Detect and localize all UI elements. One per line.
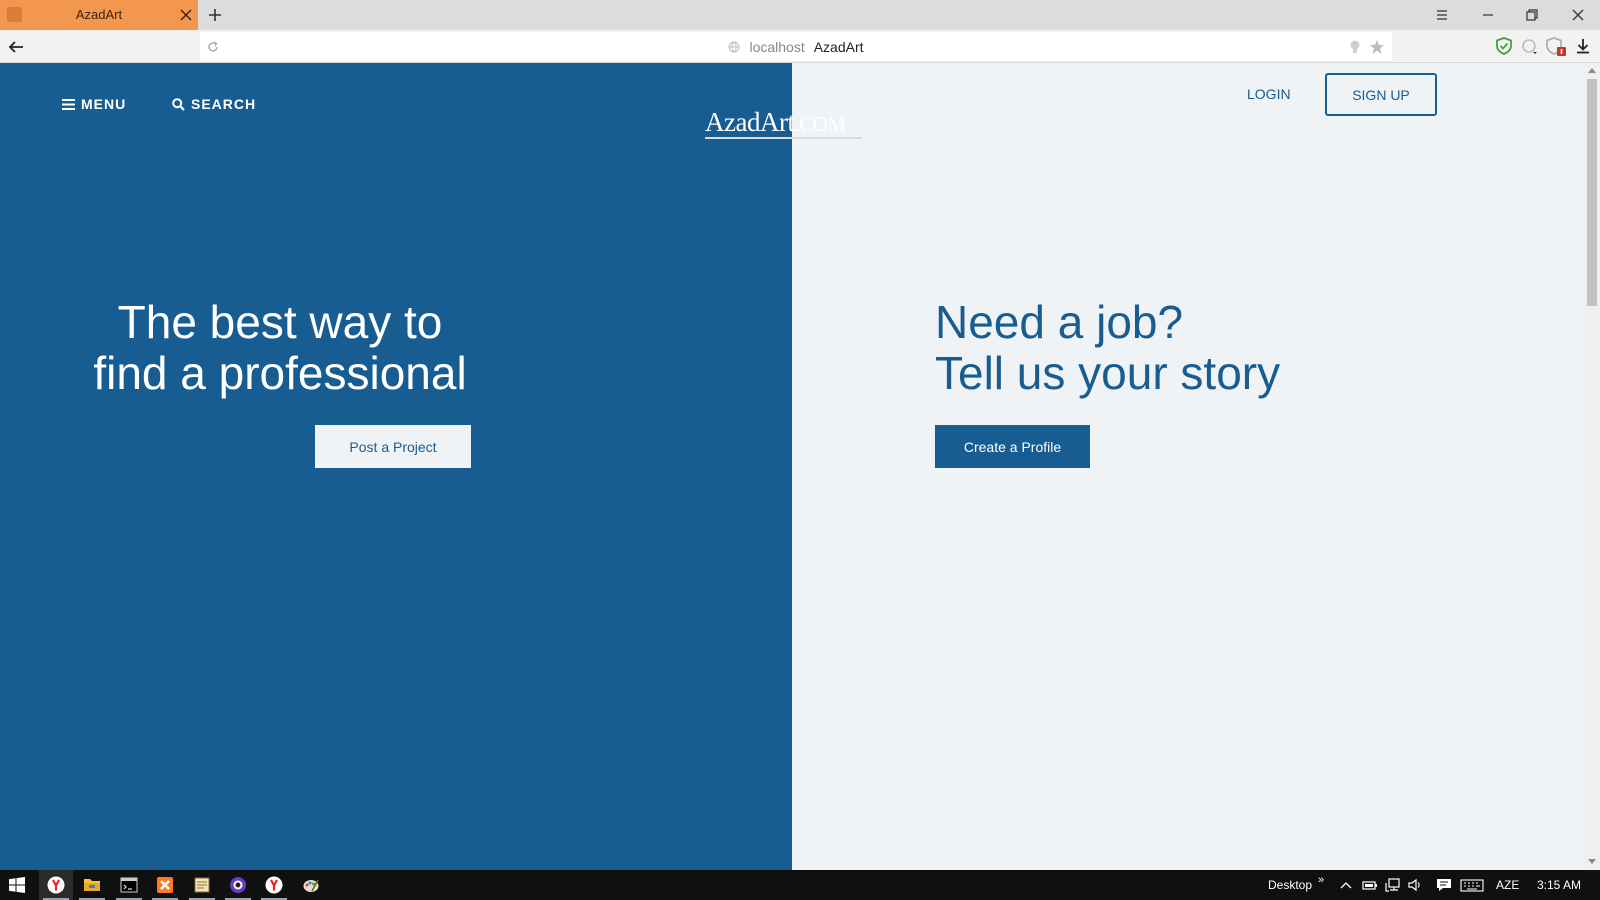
desktop-toolbar-label[interactable]: Desktop [1268,878,1312,892]
window-close-icon[interactable] [1568,5,1588,25]
download-icon[interactable] [1573,36,1593,56]
tray-chevron-up-icon[interactable] [1338,877,1354,893]
extension-icon[interactable] [1520,36,1540,56]
tab-close-icon[interactable] [176,5,196,25]
page-viewport: MENU SEARCH The best way to find a profe… [0,63,1600,870]
keyboard-icon[interactable] [1460,877,1484,893]
browser-tab-bar: AzadArt [0,0,1600,30]
action-center-icon[interactable] [1436,877,1452,893]
clock-time[interactable]: 3:15 AM [1537,878,1581,892]
yandex-browser-icon[interactable] [39,870,73,900]
network-icon[interactable] [1385,877,1401,893]
logo-underline [705,137,862,139]
login-link[interactable]: LOGIN [1247,86,1291,102]
page-scrollbar[interactable] [1584,63,1600,870]
cmd-icon[interactable] [112,870,146,900]
favicon-icon [7,7,22,22]
language-indicator[interactable]: AZE [1496,878,1519,892]
back-arrow-icon[interactable] [5,36,27,58]
tab-title: AzadArt [75,7,123,22]
url-host: localhost [749,38,805,55]
lightbulb-icon[interactable] [1348,39,1362,55]
create-profile-button[interactable]: Create a Profile [935,425,1090,468]
obs-icon[interactable] [221,870,255,900]
volume-icon[interactable] [1407,877,1423,893]
scroll-up-arrow-icon[interactable] [1588,67,1596,73]
hero-left-heading: The best way to find a professional [80,297,480,399]
hero-right-line-2: Tell us your story [935,347,1281,399]
notepad-icon[interactable] [185,870,219,900]
new-tab-plus-icon[interactable] [205,5,225,25]
logo-text: AzadArt [705,107,795,137]
menu-label: MENU [81,96,127,112]
window-restore-icon[interactable] [1522,5,1542,25]
site-logo[interactable]: AzadArt.COM [705,107,862,139]
search-icon [172,97,185,111]
url-page-title: AzadArt [813,38,864,55]
hero-left-panel: MENU SEARCH The best way to find a profe… [0,63,792,870]
windows-taskbar: Desktop » AZE 3:15 AM [0,870,1600,900]
yandex-browser-icon[interactable] [257,870,291,900]
search-button[interactable]: SEARCH [172,96,256,112]
hero-right-panel [792,63,1584,870]
hamburger-icon [62,98,75,110]
browser-menu-hamburger-icon[interactable] [1432,5,1452,25]
scroll-down-arrow-icon[interactable] [1588,859,1596,865]
search-label: SEARCH [191,96,257,112]
hero-left-line-1: The best way to [117,296,443,348]
hero-right-heading: Need a job? Tell us your story [935,297,1495,399]
hero-right-line-1: Need a job? [935,296,1184,348]
globe-icon [728,41,740,53]
window-minimize-icon[interactable] [1478,5,1498,25]
scrollbar-thumb[interactable] [1587,79,1597,306]
post-project-button[interactable]: Post a Project [315,425,471,468]
hero-left-line-2: find a professional [93,347,467,399]
browser-address-bar: localhost AzadArt [0,30,1600,63]
start-icon[interactable] [0,870,34,900]
bookmark-star-icon[interactable] [1369,39,1385,55]
battery-icon[interactable] [1362,877,1378,893]
paint-icon[interactable] [294,870,328,900]
menu-button[interactable]: MENU [62,96,126,112]
shield-check-icon[interactable] [1494,36,1514,56]
logo-domain: .COM [794,112,846,136]
browser-tab[interactable]: AzadArt [0,0,198,30]
adblock-extension-icon[interactable] [1545,36,1567,58]
xampp-icon[interactable] [148,870,182,900]
signup-button[interactable]: SIGN UP [1325,73,1437,116]
file-explorer-icon[interactable] [75,870,109,900]
url-display: localhost AzadArt [200,32,1392,61]
toolbar-chevron[interactable]: » [1318,874,1324,886]
url-field[interactable]: localhost AzadArt [200,32,1392,61]
